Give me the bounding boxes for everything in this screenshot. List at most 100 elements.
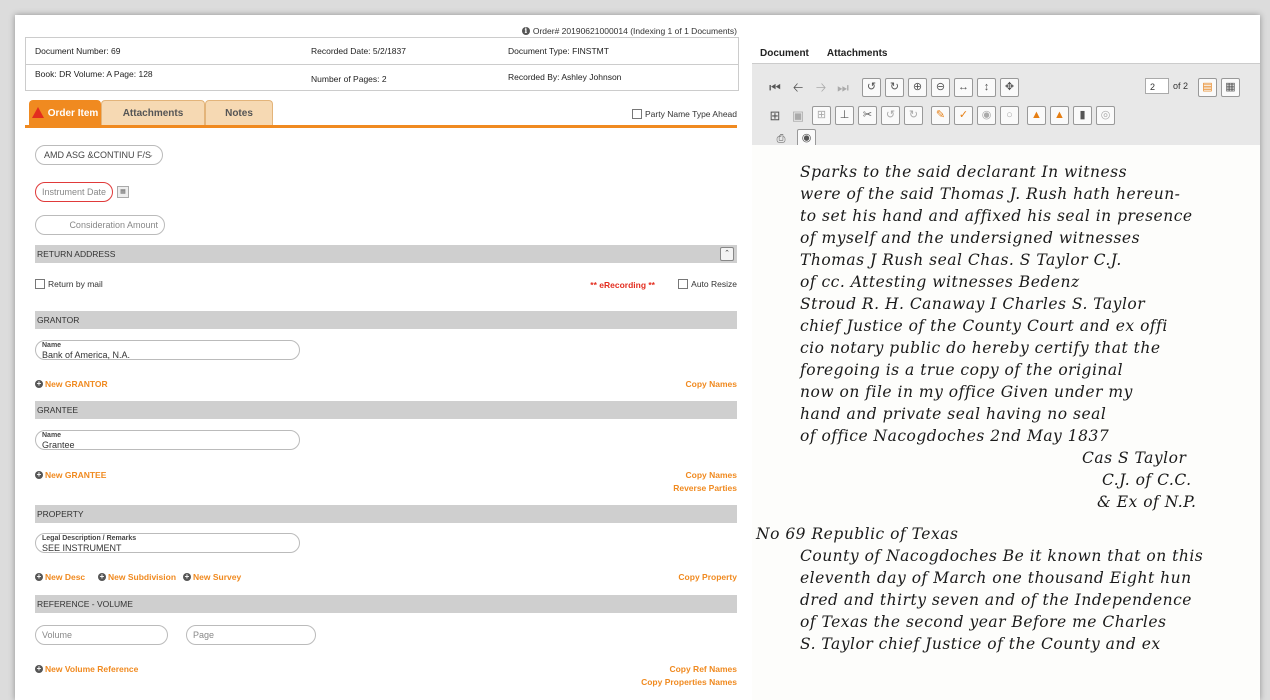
anchor-icon[interactable]: ⊥ xyxy=(835,106,854,125)
copy-icon[interactable]: ○ xyxy=(1000,106,1019,125)
field-value: Grantee xyxy=(42,440,75,450)
number-of-pages: Number of Pages: 2 xyxy=(311,74,387,84)
party-type-ahead-label: Party Name Type Ahead xyxy=(645,109,737,119)
annotate-icon[interactable]: ✓ xyxy=(954,106,973,125)
grantor-section: GRANTOR xyxy=(35,311,737,329)
party-type-ahead-checkbox[interactable] xyxy=(632,109,643,119)
instrument-type-value: AMD ASG &CONTINU F/S xyxy=(44,150,152,160)
redact-icon[interactable]: ◉ xyxy=(977,106,996,125)
instrument-date-placeholder: Instrument Date xyxy=(42,187,107,197)
grantee-name-field[interactable]: Name Grantee xyxy=(35,430,300,450)
new-grantor-button[interactable]: + New GRANTOR xyxy=(35,379,108,389)
auto-resize-label: Auto Resize xyxy=(691,279,737,289)
reverse-parties-button[interactable]: Reverse Parties xyxy=(673,483,737,493)
return-address-section[interactable]: RETURN ADDRESS ⌃ xyxy=(35,245,737,263)
copy-names-grantee-button[interactable]: Copy Names xyxy=(686,470,738,480)
consideration-amount-input[interactable]: Consideration Amount xyxy=(35,215,165,235)
scissors-icon[interactable]: ✂ xyxy=(858,106,877,125)
copy-property-button[interactable]: Copy Property xyxy=(678,572,737,582)
fit-height-icon[interactable]: ↕ xyxy=(977,78,996,97)
return-by-mail-checkbox[interactable] xyxy=(35,279,45,289)
document-info: Document Number: 69 Recorded Date: 5/2/1… xyxy=(25,37,739,91)
next-page-icon[interactable]: 🡢 xyxy=(812,79,830,97)
new-survey-button[interactable]: + New Survey xyxy=(183,572,241,582)
new-volume-reference-button[interactable]: + New Volume Reference xyxy=(35,664,138,674)
last-page-icon[interactable]: ⏭ xyxy=(834,79,852,97)
legal-description-field[interactable]: Legal Description / Remarks SEE INSTRUME… xyxy=(35,533,300,553)
copy-properties-names-button[interactable]: Copy Properties Names xyxy=(641,677,737,687)
field-label: Legal Description / Remarks xyxy=(42,535,137,542)
zoom-out-icon[interactable]: ⊖ xyxy=(931,78,950,97)
field-value: Bank of America, N.A. xyxy=(42,350,131,360)
copy-ref-names-button[interactable]: Copy Ref Names xyxy=(669,664,737,674)
plus-circle-icon: + xyxy=(35,470,43,479)
prev-page-icon[interactable]: 🡠 xyxy=(789,79,807,97)
handwriting-line: hand and private seal having no seal xyxy=(800,405,1107,423)
party-one-icon[interactable]: ▲ xyxy=(1027,106,1046,125)
redo-icon[interactable]: ↻ xyxy=(904,106,923,125)
insert-page-icon[interactable]: ⊞ xyxy=(812,106,831,125)
volume-input[interactable]: Volume xyxy=(35,625,168,645)
plus-circle-icon: + xyxy=(183,572,191,581)
highlight-icon[interactable]: ✎ xyxy=(931,106,950,125)
return-by-mail-toggle[interactable]: Return by mail xyxy=(35,279,103,289)
section-title: RETURN ADDRESS xyxy=(37,249,116,259)
handwriting-line: to set his hand and affixed his seal in … xyxy=(800,207,1193,225)
link-label: New GRANTEE xyxy=(45,470,107,480)
link-label: New GRANTOR xyxy=(45,379,108,389)
new-desc-button[interactable]: + New Desc xyxy=(35,572,85,582)
single-page-icon[interactable]: ▤ xyxy=(1198,78,1217,97)
handwriting-line: S. Taylor chief Justice of the County an… xyxy=(800,635,1161,653)
auto-resize-checkbox[interactable] xyxy=(678,279,689,289)
field-value: SEE INSTRUMENT xyxy=(42,543,122,553)
grantee-section: GRANTEE xyxy=(35,401,737,419)
copy-names-grantor-button[interactable]: Copy Names xyxy=(686,379,738,389)
new-subdivision-button[interactable]: + New Subdivision xyxy=(98,572,176,582)
document-icon[interactable]: ▮ xyxy=(1073,106,1092,125)
tab-attachments[interactable]: Attachments xyxy=(101,100,205,126)
instrument-type-select[interactable]: AMD ASG &CONTINU F/S ⌄ xyxy=(35,145,163,165)
viewer-toolbar: ⏮ 🡠 🡢 ⏭ ↺ ↻ ⊕ ⊖ ↔ ↕ ✥ ▤ ▦ ⊞ ▣ ⊞ ⊥ ✂ ↺ ↻ … xyxy=(752,63,1260,148)
page-number-input[interactable]: 2 xyxy=(1145,78,1169,94)
instrument-date-input[interactable]: Instrument Date xyxy=(35,182,113,202)
handwriting-line: were of the said Thomas J. Rush hath her… xyxy=(800,185,1181,203)
consideration-placeholder: Consideration Amount xyxy=(69,220,158,230)
handwriting-line: foregoing is a true copy of the original xyxy=(800,361,1124,379)
grantor-name-field[interactable]: Name Bank of America, N.A. xyxy=(35,340,300,360)
stamp-icon[interactable]: ▣ xyxy=(789,107,807,125)
page-input[interactable]: Page xyxy=(186,625,316,645)
plus-circle-icon: + xyxy=(35,379,43,388)
tab-order-item[interactable]: Order Item xyxy=(29,100,101,126)
calendar-icon[interactable]: ▦ xyxy=(117,186,129,198)
crop-icon[interactable]: ⊞ xyxy=(766,107,784,125)
tab-label: Notes xyxy=(225,108,253,119)
page-total: of 2 xyxy=(1173,81,1189,91)
handwriting-line: dred and thirty seven and of the Indepen… xyxy=(800,591,1192,609)
zoom-in-icon[interactable]: ⊕ xyxy=(908,78,927,97)
auto-resize-toggle[interactable]: Auto Resize xyxy=(678,279,737,289)
document-number: Document Number: 69 xyxy=(35,46,121,56)
tab-underline xyxy=(25,125,737,128)
party-type-ahead-toggle[interactable]: Party Name Type Ahead xyxy=(632,109,737,119)
tab-notes[interactable]: Notes xyxy=(205,100,273,126)
chevron-up-icon[interactable]: ⌃ xyxy=(720,247,734,261)
rotate-left-icon[interactable]: ↺ xyxy=(862,78,881,97)
link-label: New Volume Reference xyxy=(45,664,139,674)
book-volume-page: Book: DR Volume: A Page: 128 xyxy=(35,69,153,79)
pan-icon[interactable]: ✥ xyxy=(1000,78,1019,97)
link-label: New Desc xyxy=(45,572,86,582)
camera-icon[interactable]: ◎ xyxy=(1096,106,1115,125)
handwriting-line: of cc. Attesting witnesses Bedenz xyxy=(800,273,1080,291)
rotate-right-icon[interactable]: ↻ xyxy=(885,78,904,97)
undo-icon[interactable]: ↺ xyxy=(881,106,900,125)
fit-width-icon[interactable]: ↔ xyxy=(954,78,973,97)
grid-view-icon[interactable]: ▦ xyxy=(1221,78,1240,97)
new-grantee-button[interactable]: + New GRANTEE xyxy=(35,470,106,480)
party-two-icon[interactable]: ▲ xyxy=(1050,106,1069,125)
volume-placeholder: Volume xyxy=(42,630,73,640)
section-title: GRANTEE xyxy=(37,405,79,415)
link-label: New Survey xyxy=(193,572,242,582)
handwriting-line: of office Nacogdoches 2nd May 1837 xyxy=(800,427,1110,445)
first-page-icon[interactable]: ⏮ xyxy=(766,79,784,97)
order-number: Order# 20190621000014 (Indexing 1 of 1 D… xyxy=(532,26,737,36)
